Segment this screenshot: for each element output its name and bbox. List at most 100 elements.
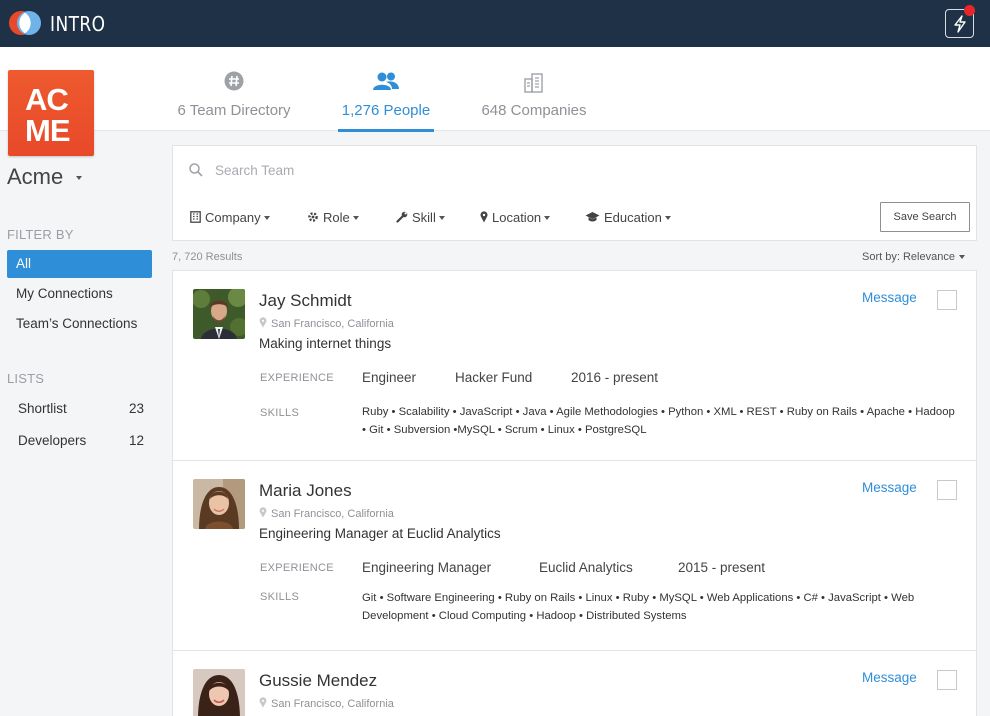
buildings-icon [524, 73, 543, 93]
map-pin-icon [259, 697, 267, 708]
people-icon [373, 72, 399, 90]
select-checkbox[interactable] [937, 290, 957, 310]
app-name: INTRO [50, 12, 106, 36]
person-location: San Francisco, California [259, 697, 394, 710]
person-card[interactable]: Gussie Mendez San Francisco, California … [172, 650, 977, 716]
location-filter-dropdown[interactable]: Location [480, 210, 551, 225]
lists-heading: LISTS [7, 371, 45, 386]
experience-role: Engineering Manager [362, 560, 492, 575]
results-count: 7, 720 Results [172, 251, 243, 263]
filter-label: Location [492, 210, 542, 225]
person-photo [193, 289, 245, 339]
sidebar-filter-all[interactable]: All [7, 250, 152, 278]
person-name[interactable]: Gussie Mendez [259, 671, 377, 691]
skills-label: SKILLS [260, 407, 300, 419]
filter-bar: Company Role Skill Location Education Sa… [172, 194, 977, 241]
skills-label: SKILLS [260, 591, 300, 603]
avatar[interactable] [193, 479, 245, 529]
location-text: San Francisco, California [271, 318, 394, 330]
person-card[interactable]: Maria Jones San Francisco, California En… [172, 460, 977, 651]
org-logo[interactable]: AC ME [8, 70, 94, 156]
sidebar-filter-teams-connections[interactable]: Team’s Connections [7, 310, 152, 338]
wrench-icon [396, 211, 408, 223]
top-bar: INTRO [0, 0, 990, 47]
person-photo [193, 479, 245, 529]
experience-company[interactable]: Hacker Fund [455, 370, 532, 385]
chevron-down-icon [958, 255, 965, 259]
tab-label: 1,276 People [341, 102, 431, 119]
lightning-bolt-icon [954, 15, 966, 33]
experience-label: EXPERIENCE [260, 562, 334, 574]
chevron-down-icon [263, 216, 270, 220]
location-text: San Francisco, California [271, 698, 394, 710]
person-location: San Francisco, California [259, 507, 394, 520]
avatar[interactable] [193, 289, 245, 339]
sidebar-list-developers[interactable]: Developers 12 [7, 427, 152, 455]
experience-role: Engineer [362, 370, 417, 385]
filter-label: Education [604, 210, 662, 225]
header-tabs-strip: 6 Team Directory 1,276 People 648 Compan… [0, 47, 990, 132]
location-text: San Francisco, California [271, 508, 394, 520]
org-name-dropdown[interactable]: Acme [7, 164, 63, 190]
select-checkbox[interactable] [937, 480, 957, 500]
search-bar [172, 145, 977, 195]
chevron-down-icon [664, 216, 671, 220]
chevron-down-icon [438, 216, 445, 220]
graduation-cap-icon [585, 212, 600, 222]
list-count: 12 [128, 433, 144, 448]
filter-label: Skill [412, 210, 436, 225]
chevron-down-icon [352, 216, 359, 220]
map-pin-icon [259, 507, 267, 518]
tab-label: 648 Companies [481, 102, 587, 119]
search-input[interactable] [215, 158, 915, 182]
notification-badge [964, 5, 975, 16]
map-pin-icon [480, 211, 488, 223]
save-search-button[interactable]: Save Search [880, 202, 970, 232]
experience-label: EXPERIENCE [260, 372, 334, 384]
role-filter-dropdown[interactable]: Role [307, 210, 359, 225]
message-link[interactable]: Message [862, 480, 917, 495]
person-name[interactable]: Jay Schmidt [259, 291, 352, 311]
list-label: Developers [18, 433, 87, 448]
tab-people[interactable]: 1,276 People [338, 47, 434, 132]
tab-companies[interactable]: 648 Companies [477, 47, 591, 131]
chevron-down-icon [544, 216, 551, 220]
hashtag-icon [224, 71, 244, 91]
avatar[interactable] [193, 669, 245, 716]
sort-label: Sort by: Relevance [862, 251, 955, 263]
experience-period: 2015 - present [678, 560, 766, 575]
search-icon [189, 163, 203, 177]
education-filter-dropdown[interactable]: Education [585, 210, 671, 225]
building-icon [190, 211, 201, 223]
chevron-down-icon[interactable] [76, 176, 82, 180]
tab-team-directory[interactable]: 6 Team Directory [172, 47, 296, 131]
person-card[interactable]: Jay Schmidt San Francisco, California Ma… [172, 270, 977, 461]
sidebar-filter-my-connections[interactable]: My Connections [7, 280, 152, 308]
message-link[interactable]: Message [862, 290, 917, 305]
experience-company[interactable]: Euclid Analytics [539, 560, 633, 575]
sort-by-dropdown[interactable]: Sort by: Relevance [862, 251, 965, 263]
tab-label: 6 Team Directory [177, 102, 291, 119]
skills-list: Git • Software Engineering • Ruby on Rai… [362, 592, 915, 622]
skill-filter-dropdown[interactable]: Skill [396, 210, 445, 225]
filter-by-heading: FILTER BY [7, 227, 74, 242]
select-checkbox[interactable] [937, 670, 957, 690]
experience-period: 2016 - present [571, 370, 659, 385]
org-logo-text-bottom: ME [25, 113, 70, 148]
person-photo [193, 669, 245, 716]
sidebar-list-shortlist[interactable]: Shortlist 23 [7, 395, 152, 423]
company-filter-dropdown[interactable]: Company [190, 210, 270, 225]
list-label: Shortlist [18, 401, 67, 416]
person-location: San Francisco, California [259, 317, 394, 330]
gear-icon [308, 212, 318, 222]
person-headline: Engineering Manager at Euclid Analytics [259, 526, 501, 541]
filter-label: Role [323, 210, 350, 225]
skills-list: Ruby • Scalability • JavaScript • Java •… [362, 406, 955, 436]
map-pin-icon [259, 317, 267, 328]
list-count: 23 [128, 401, 144, 416]
person-name[interactable]: Maria Jones [259, 481, 352, 501]
filter-label: Company [205, 210, 261, 225]
message-link[interactable]: Message [862, 670, 917, 685]
person-headline: Making internet things [259, 336, 392, 351]
intro-logo-icon[interactable] [8, 10, 42, 36]
